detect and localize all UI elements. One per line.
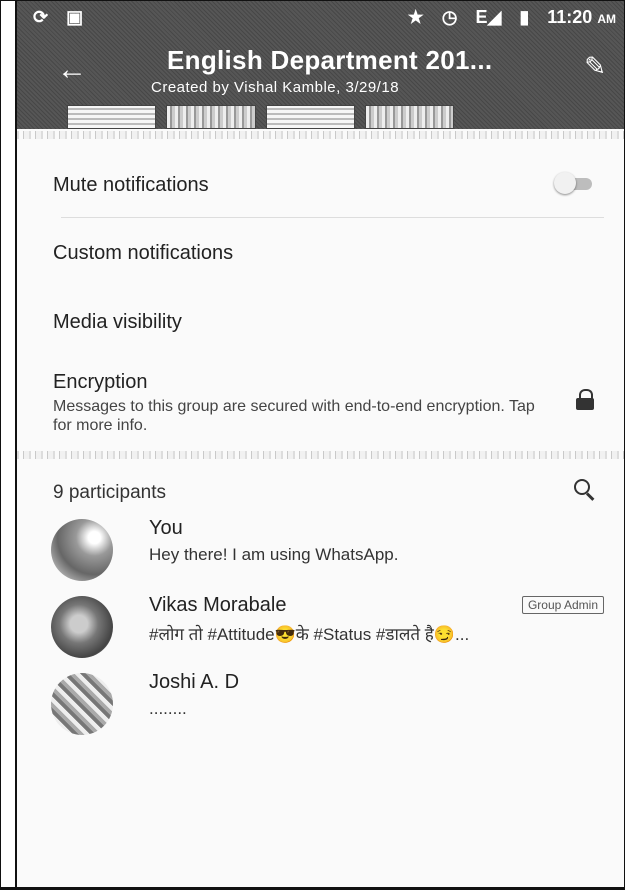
edit-pencil-icon[interactable]: ✎ xyxy=(584,51,606,82)
lock-icon xyxy=(576,389,594,410)
avatar[interactable] xyxy=(51,519,113,581)
participant-status: #लोग तो #Attitude😎के #Status #डालते है😏.… xyxy=(149,625,470,644)
section-divider xyxy=(17,451,624,459)
avatar[interactable] xyxy=(51,673,113,735)
participant-item[interactable]: Joshi A. D ........ xyxy=(51,671,604,743)
gallery-icon: ▣ xyxy=(66,7,84,27)
signal-icon: E◢ xyxy=(475,7,502,27)
encryption-description[interactable]: Messages to this group are secured with … xyxy=(53,397,553,435)
group-admin-badge: Group Admin xyxy=(521,596,604,614)
phone-screen: ⟳ ▣ ★ ◷ E◢ ▮ 11:20 AM ← English Departme… xyxy=(17,1,624,889)
clock: 11:20 AM xyxy=(547,7,616,28)
clock-time: 11:20 xyxy=(547,7,593,27)
sync-icon: ⟳ xyxy=(33,7,49,27)
media-thumbnails[interactable] xyxy=(67,105,454,129)
star-icon: ★ xyxy=(407,7,424,27)
group-header: ⟳ ▣ ★ ◷ E◢ ▮ 11:20 AM ← English Departme… xyxy=(17,1,624,129)
clock-ampm: AM xyxy=(597,12,616,26)
section-divider xyxy=(17,131,624,139)
avatar[interactable] xyxy=(51,596,113,658)
media-thumbnail[interactable] xyxy=(364,105,454,129)
participants-count: 9 participants xyxy=(53,482,167,503)
participant-name: You xyxy=(149,517,183,539)
battery-icon: ▮ xyxy=(519,7,530,27)
mute-toggle[interactable] xyxy=(554,172,594,194)
media-visibility-label[interactable]: Media visibility xyxy=(53,311,182,334)
left-margin-bar xyxy=(1,1,17,889)
group-title[interactable]: English Department 201... xyxy=(167,45,492,76)
mute-notifications-label[interactable]: Mute notifications xyxy=(53,174,209,197)
participant-status: ........ xyxy=(149,699,187,718)
network-type: E xyxy=(475,7,488,27)
participant-item[interactable]: Vikas Morabale Group Admin #लोग तो #Atti… xyxy=(51,594,604,666)
media-thumbnail[interactable] xyxy=(166,105,256,129)
media-thumbnail[interactable] xyxy=(67,105,157,129)
back-arrow-icon[interactable]: ← xyxy=(57,53,87,87)
participant-status: Hey there! I am using WhatsApp. xyxy=(149,545,399,564)
search-icon[interactable] xyxy=(574,479,596,501)
participant-name: Joshi A. D xyxy=(149,671,240,693)
custom-notifications-label[interactable]: Custom notifications xyxy=(53,242,233,265)
encryption-title[interactable]: Encryption xyxy=(53,371,148,394)
participant-name: Vikas Morabale xyxy=(149,594,287,616)
media-thumbnail[interactable] xyxy=(265,105,355,129)
group-created-by: Created by Vishal Kamble, 3/29/18 xyxy=(151,79,400,96)
status-bar: ⟳ ▣ ★ ◷ E◢ ▮ 11:20 AM xyxy=(17,1,624,35)
bottom-border xyxy=(1,887,624,889)
screenshot-frame: ⟳ ▣ ★ ◷ E◢ ▮ 11:20 AM ← English Departme… xyxy=(0,0,625,890)
alarm-icon: ◷ xyxy=(441,7,458,27)
row-separator xyxy=(61,217,604,218)
participant-item[interactable]: You Hey there! I am using WhatsApp. xyxy=(51,517,604,589)
